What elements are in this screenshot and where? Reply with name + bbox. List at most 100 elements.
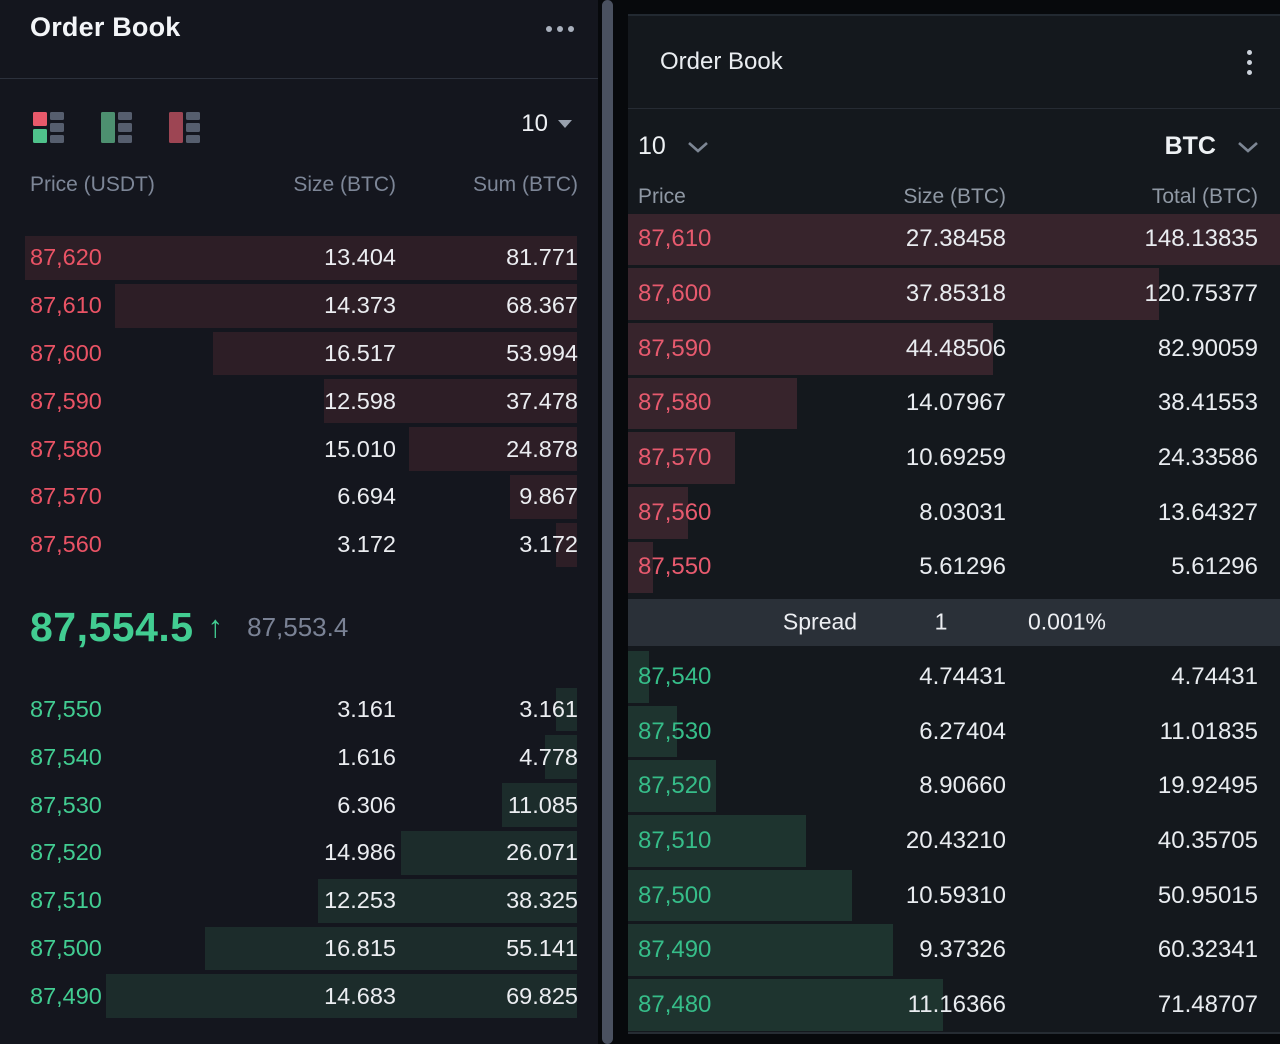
more-options-icon[interactable]: [546, 26, 574, 32]
price-cell: 87,540: [30, 744, 230, 771]
size-cell: 9.37326: [766, 936, 1006, 964]
last-price: 87,554.5: [30, 604, 194, 651]
sum-cell: 120.75377: [1006, 280, 1258, 308]
price-up-arrow-icon: ↑: [208, 609, 224, 645]
size-cell: 14.07967: [766, 389, 1006, 417]
size-cell: 8.90660: [766, 772, 1006, 800]
price-cell: 87,550: [30, 696, 230, 723]
ask-row[interactable]: 87,5603.1723.172: [0, 521, 598, 569]
size-cell: 11.16366: [766, 991, 1006, 1019]
scrollbar-thumb[interactable]: [602, 0, 613, 1044]
ask-row[interactable]: 87,61014.37368.367: [0, 282, 598, 330]
orderbook-panel-left: Order Book 10 Price (USDT) Size (BTC) Su…: [0, 0, 598, 1044]
size-cell: 12.253: [230, 887, 396, 914]
size-cell: 3.161: [230, 696, 396, 723]
sum-cell: 19.92495: [1006, 772, 1258, 800]
size-cell: 37.85318: [766, 280, 1006, 308]
last-price-row[interactable]: 87,554.5 ↑ 87,553.4: [0, 569, 598, 686]
asks-list: 87,61027.38458148.1383587,60037.85318120…: [628, 212, 1280, 595]
price-cell: 87,560: [30, 531, 230, 558]
size-cell: 13.404: [230, 244, 396, 271]
col-total: Total (BTC): [1006, 185, 1258, 209]
sum-cell: 53.994: [396, 340, 578, 367]
orderbook-toolbar: 10: [0, 104, 598, 152]
sum-cell: 11.085: [396, 792, 578, 819]
ask-row[interactable]: 87,5706.6949.867: [0, 473, 598, 521]
asks-list: 87,62013.40481.77187,61014.37368.36787,6…: [0, 234, 598, 569]
ask-row[interactable]: 87,5505.612965.61296: [628, 540, 1280, 595]
sum-cell: 40.35705: [1006, 827, 1258, 855]
sum-cell: 69.825: [396, 983, 578, 1010]
bids-only-view-icon[interactable]: [101, 112, 132, 143]
chevron-down-icon: [1236, 140, 1260, 154]
ask-row[interactable]: 87,57010.6925924.33586: [628, 431, 1280, 486]
spread-percent: 0.001%: [1028, 609, 1106, 636]
depth-selector[interactable]: 10: [638, 132, 710, 161]
size-cell: 10.69259: [766, 444, 1006, 472]
size-cell: 1.616: [230, 744, 396, 771]
depth-value: 10: [638, 132, 666, 161]
col-price: Price (USDT): [30, 173, 230, 197]
bid-row[interactable]: 87,5401.6164.778: [0, 733, 598, 781]
asset-value: BTC: [1165, 132, 1216, 161]
bid-row[interactable]: 87,5306.30611.085: [0, 781, 598, 829]
price-cell: 87,600: [638, 280, 766, 308]
sum-cell: 5.61296: [1006, 553, 1258, 581]
ask-row[interactable]: 87,60037.85318120.75377: [628, 267, 1280, 322]
orderbook-rows: 87,62013.40481.77187,61014.37368.36787,6…: [0, 234, 598, 1020]
price-cell: 87,500: [30, 935, 230, 962]
more-options-icon[interactable]: [1247, 50, 1252, 75]
bid-row[interactable]: 87,50010.5931050.95015: [628, 868, 1280, 923]
bid-row[interactable]: 87,51020.4321040.35705: [628, 814, 1280, 869]
bid-row[interactable]: 87,4909.3732660.32341: [628, 923, 1280, 978]
bid-row[interactable]: 87,50016.81555.141: [0, 925, 598, 973]
bid-row[interactable]: 87,52014.98626.071: [0, 829, 598, 877]
bid-row[interactable]: 87,5208.9066019.92495: [628, 759, 1280, 814]
col-sum: Sum (BTC): [396, 173, 578, 197]
ask-row[interactable]: 87,59012.59837.478: [0, 377, 598, 425]
ask-row[interactable]: 87,62013.40481.771: [0, 234, 598, 282]
col-size: Size (BTC): [766, 185, 1006, 209]
price-cell: 87,580: [30, 436, 230, 463]
sum-cell: 11.01835: [1006, 718, 1258, 746]
bid-row[interactable]: 87,5404.744314.74431: [628, 650, 1280, 705]
bid-row[interactable]: 87,48011.1636671.48707: [628, 978, 1280, 1033]
size-cell: 20.43210: [766, 827, 1006, 855]
sum-cell: 38.41553: [1006, 389, 1258, 417]
sum-cell: 55.141: [396, 935, 578, 962]
bid-row[interactable]: 87,49014.68369.825: [0, 972, 598, 1020]
sum-cell: 82.90059: [1006, 335, 1258, 363]
panel-header: Order Book: [0, 0, 598, 79]
price-cell: 87,560: [638, 499, 766, 527]
ask-row[interactable]: 87,60016.51753.994: [0, 330, 598, 378]
price-cell: 87,530: [30, 792, 230, 819]
sum-cell: 81.771: [396, 244, 578, 271]
price-cell: 87,620: [30, 244, 230, 271]
bid-row[interactable]: 87,5503.1613.161: [0, 686, 598, 734]
split-book-view-icon[interactable]: [33, 112, 64, 143]
price-cell: 87,600: [30, 340, 230, 367]
bid-row[interactable]: 87,51012.25338.325: [0, 877, 598, 925]
asset-selector[interactable]: BTC: [1165, 132, 1260, 161]
price-cell: 87,610: [30, 292, 230, 319]
ask-row[interactable]: 87,59044.4850682.90059: [628, 321, 1280, 376]
bid-row[interactable]: 87,5306.2740411.01835: [628, 704, 1280, 759]
sum-cell: 24.33586: [1006, 444, 1258, 472]
sum-cell: 9.867: [396, 483, 578, 510]
asks-only-view-icon[interactable]: [169, 112, 200, 143]
orderbook-controls: 10 BTC: [628, 122, 1280, 174]
depth-selector[interactable]: 10: [521, 110, 572, 138]
ask-row[interactable]: 87,58015.01024.878: [0, 425, 598, 473]
price-cell: 87,570: [638, 444, 766, 472]
sum-cell: 26.071: [396, 839, 578, 866]
ask-row[interactable]: 87,5608.0303113.64327: [628, 485, 1280, 540]
panel-header: Order Book: [628, 16, 1280, 109]
price-cell: 87,480: [638, 991, 766, 1019]
ask-row[interactable]: 87,58014.0796738.41553: [628, 376, 1280, 431]
orderbook-rows: 87,61027.38458148.1383587,60037.85318120…: [628, 212, 1280, 1032]
price-cell: 87,550: [638, 553, 766, 581]
size-cell: 16.815: [230, 935, 396, 962]
size-cell: 6.694: [230, 483, 396, 510]
size-cell: 8.03031: [766, 499, 1006, 527]
ask-row[interactable]: 87,61027.38458148.13835: [628, 212, 1280, 267]
